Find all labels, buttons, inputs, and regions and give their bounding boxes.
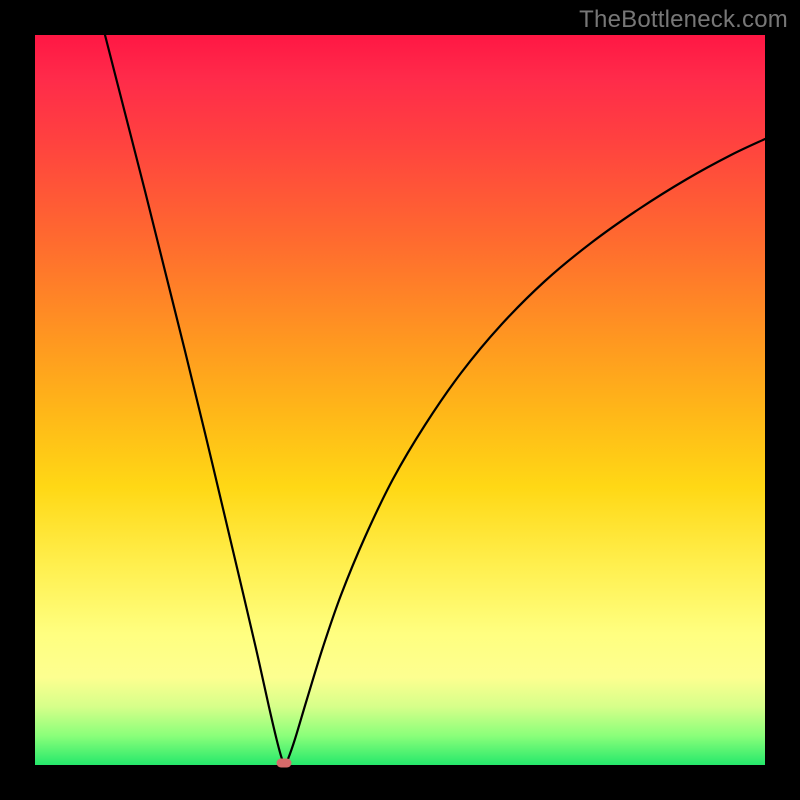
watermark-text: TheBottleneck.com — [579, 6, 788, 34]
curve-layer — [35, 35, 765, 765]
minimum-marker — [277, 759, 292, 768]
chart-frame: TheBottleneck.com — [0, 0, 800, 800]
plot-area — [35, 35, 765, 765]
bottleneck-curve — [105, 35, 765, 764]
